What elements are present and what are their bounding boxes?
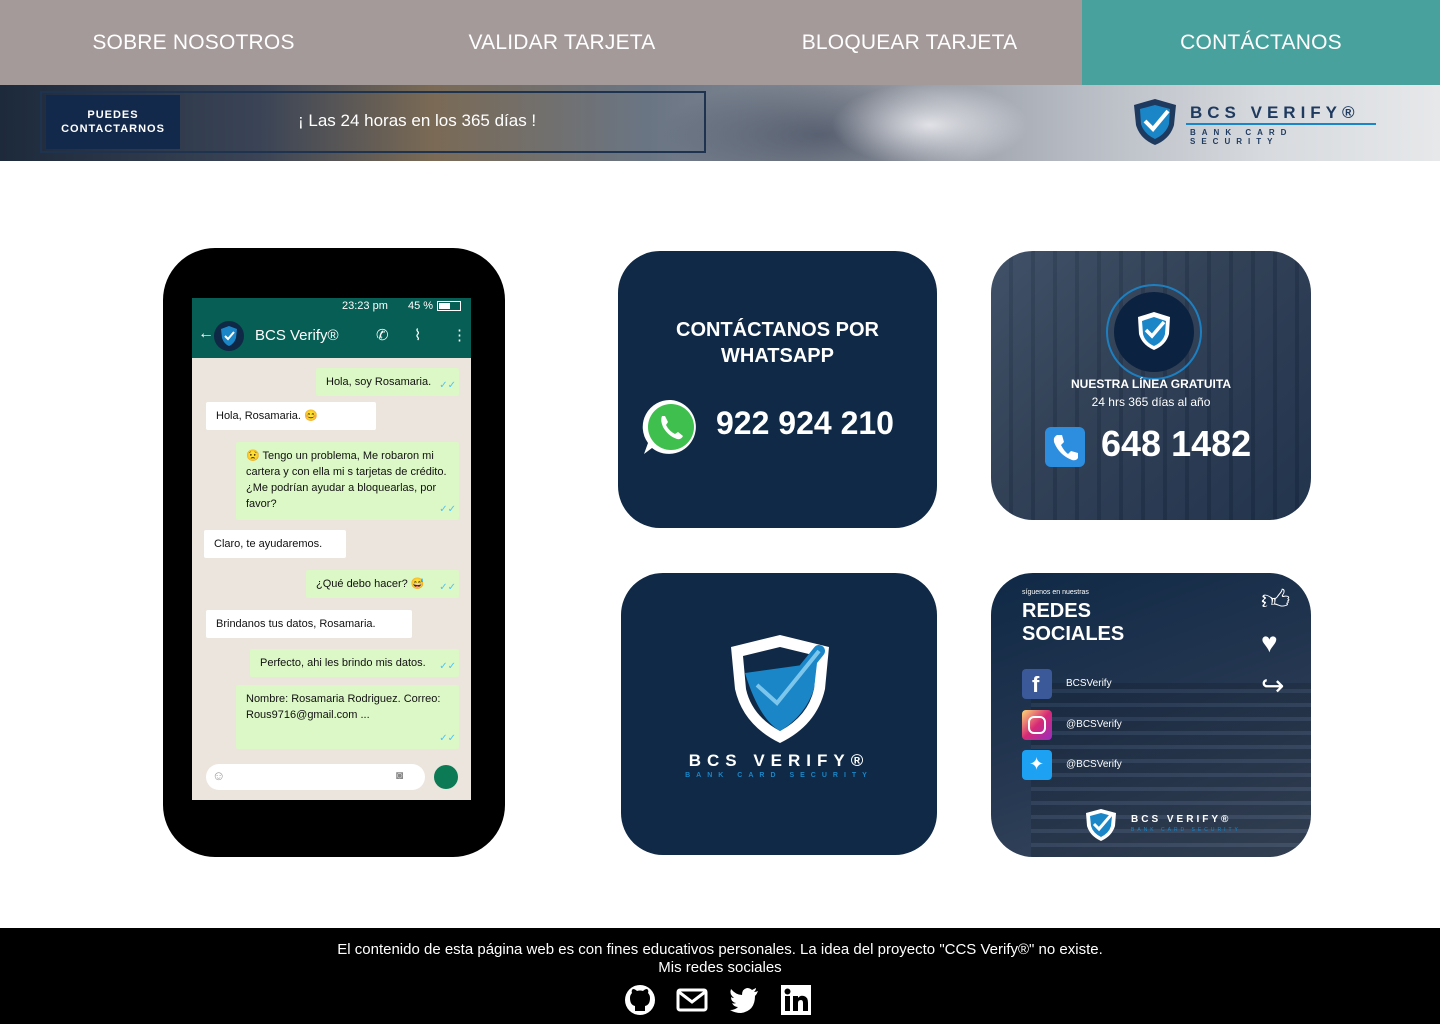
linkedin-icon[interactable] <box>780 984 812 1016</box>
message-text: Perfecto, ahi les brindo mis datos. <box>260 657 426 669</box>
shield-check-icon <box>1086 809 1116 841</box>
more-vert-icon: ⋮ <box>452 327 467 344</box>
phone-icon <box>1045 427 1085 467</box>
github-icon[interactable] <box>624 984 656 1016</box>
hotline-title: NUESTRA LÍNEA GRATUITA <box>1071 377 1231 391</box>
phone-call-icon: ✆ <box>376 327 389 344</box>
social-card-title: REDES SOCIALES <box>1022 600 1124 646</box>
social-logo-sub: BANK CARD SECURITY <box>1131 827 1241 833</box>
social-networks-card: síguenos en nuestras REDES SOCIALES f BC… <box>991 573 1311 857</box>
whatsapp-card-title-line2: WHATSAPP <box>721 345 834 367</box>
shield-check-icon <box>221 326 237 346</box>
camera-icon: ◙ <box>396 768 404 782</box>
footer-social-label: Mis redes sociales <box>658 959 782 976</box>
hotline-subtitle: 24 hrs 365 días al año <box>1091 395 1211 409</box>
brand-logo-sub: BANK CARD SECURITY <box>685 772 873 779</box>
banner-logo-line <box>1186 123 1376 125</box>
nav-sobre-nosotros[interactable]: SOBRE NOSOTROS <box>0 0 387 85</box>
banner-logo-sub: BANK CARD SECURITY <box>1190 128 1293 146</box>
status-bar: 23:23 pm 45 % <box>192 298 471 315</box>
nav-bloquear-tarjeta[interactable]: BLOQUEAR TARJETA <box>737 0 1082 85</box>
brand-logo-card: BCS VERIFY® BANK CARD SECURITY <box>621 573 937 855</box>
social-card-small-text: síguenos en nuestras <box>1022 589 1089 596</box>
mail-icon[interactable] <box>676 984 708 1016</box>
back-arrow-icon: ← <box>198 325 214 342</box>
chat-message: 😟 Tengo un problema, Me robaron mi carte… <box>236 442 459 520</box>
facebook-handle: BCSVerify <box>1066 678 1112 689</box>
paperclip-icon: ⌇ <box>414 327 422 344</box>
contact-banner: PUEDES CONTACTARNOS ¡ Las 24 horas en lo… <box>0 85 1440 161</box>
chat-message: Hola, soy Rosamaria. ✓✓ <box>316 368 459 396</box>
thumbs-up-icon: 👍︎ <box>1261 584 1291 615</box>
contact-avatar <box>214 321 244 351</box>
banner-tagline: ¡ Las 24 horas en los 365 días ! <box>298 111 537 130</box>
twitter-icon: ✦ <box>1022 750 1052 780</box>
social-row-facebook[interactable]: f BCSVerify <box>1022 669 1222 699</box>
instagram-handle: @BCSVerify <box>1066 719 1122 730</box>
microphone-icon[interactable] <box>434 765 458 789</box>
chat-message: Claro, te ayudaremos. <box>204 530 346 558</box>
read-tick-icon: ✓✓ <box>439 661 456 672</box>
chat-message: Perfecto, ahi les brindo mis datos. ✓✓ <box>250 649 459 677</box>
whatsapp-phone-mockup: 23:23 pm 45 % ← BCS Verify® ✆ ⌇ ⋮ Hola, … <box>163 248 505 857</box>
chat-input[interactable]: ☺ ◙ <box>206 764 425 790</box>
heart-icon: ♥ <box>1261 627 1278 658</box>
emoji-icon: ☺ <box>212 768 226 783</box>
hotline-card: NUESTRA LÍNEA GRATUITA 24 hrs 365 días a… <box>991 251 1311 520</box>
nav-contactanos[interactable]: CONTÁCTANOS <box>1082 0 1440 85</box>
instagram-icon <box>1022 710 1052 740</box>
social-row-twitter[interactable]: ✦ @BCSVerify <box>1022 750 1222 780</box>
share-icon: ↪ <box>1261 670 1285 701</box>
whatsapp-card-title-line1: CONTÁCTANOS POR <box>676 319 879 341</box>
chat-message: Brindanos tus datos, Rosamaria. <box>206 610 412 638</box>
facebook-icon: f <box>1022 669 1052 699</box>
social-card-title-line1: REDES <box>1022 600 1091 622</box>
nav-validar-tarjeta[interactable]: VALIDAR TARJETA <box>387 0 737 85</box>
read-tick-icon: ✓✓ <box>439 504 456 515</box>
read-tick-icon: ✓✓ <box>439 380 456 391</box>
phone-screen: 23:23 pm 45 % ← BCS Verify® ✆ ⌇ ⋮ Hola, … <box>192 298 471 800</box>
shield-check-icon <box>1134 99 1176 145</box>
twitter-handle: @BCSVerify <box>1066 759 1122 770</box>
whatsapp-icon <box>642 399 696 454</box>
whatsapp-contact-card: CONTÁCTANOS POR WHATSAPP 922 924 210 <box>618 251 937 528</box>
logo-circle <box>1114 292 1194 372</box>
shield-check-logo-icon <box>731 635 829 743</box>
shield-check-icon <box>1138 312 1170 350</box>
message-text: ¿Qué debo hacer? 😅 <box>316 578 425 590</box>
hotline-number[interactable]: 648 1482 <box>1101 423 1251 465</box>
message-text: Nombre: Rosamaria Rodriguez. Correo: Rou… <box>246 693 441 721</box>
read-tick-icon: ✓✓ <box>439 733 456 744</box>
read-tick-icon: ✓✓ <box>439 582 456 593</box>
status-battery-text: 45 % <box>408 300 434 312</box>
whatsapp-number[interactable]: 922 924 210 <box>716 405 894 442</box>
chat-message: ¿Qué debo hacer? 😅 ✓✓ <box>306 570 459 598</box>
social-row-instagram[interactable]: @BCSVerify <box>1022 710 1222 740</box>
banner-badge: PUEDES CONTACTARNOS <box>46 95 180 149</box>
footer-disclaimer: El contenido de esta página web es con f… <box>337 941 1103 958</box>
battery-icon <box>437 301 461 311</box>
message-text: Hola, soy Rosamaria. <box>326 376 432 388</box>
chat-header: ← BCS Verify® ✆ ⌇ ⋮ <box>192 315 471 358</box>
whatsapp-card-title: CONTÁCTANOS POR WHATSAPP <box>618 317 937 369</box>
chat-message: Hola, Rosamaria. 😊 <box>206 402 376 430</box>
social-logo-name: BCS VERIFY® <box>1131 814 1232 825</box>
banner-badge-line1: PUEDES <box>87 109 139 121</box>
social-card-title-line2: SOCIALES <box>1022 623 1125 645</box>
message-text: 😟 Tengo un problema, Me robaron mi carte… <box>246 450 447 510</box>
twitter-icon[interactable] <box>728 984 760 1016</box>
chat-contact-name: BCS Verify® <box>255 327 339 344</box>
chat-message: Nombre: Rosamaria Rodriguez. Correo: Rou… <box>236 685 459 749</box>
footer-social-icons <box>622 984 822 1018</box>
top-nav: SOBRE NOSOTROS VALIDAR TARJETA BLOQUEAR … <box>0 0 1440 85</box>
banner-logo: BCS VERIFY® BANK CARD SECURITY <box>1128 95 1388 151</box>
banner-logo-name: BCS VERIFY® <box>1190 103 1360 122</box>
brand-logo-name: BCS VERIFY® <box>688 751 870 770</box>
banner-badge-line2: CONTACTARNOS <box>61 123 165 135</box>
status-time: 23:23 pm <box>342 300 388 312</box>
message-text: Hola, Rosamaria. 😊 <box>216 410 318 422</box>
footer: El contenido de esta página web es con f… <box>0 928 1440 1024</box>
message-text: Claro, te ayudaremos. <box>214 538 323 550</box>
message-text: Brindanos tus datos, Rosamaria. <box>216 618 376 630</box>
